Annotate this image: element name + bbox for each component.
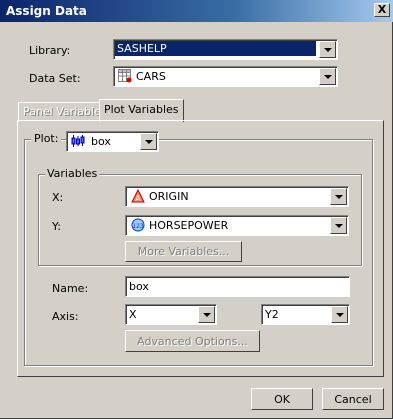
- y-variable-select[interactable]: 123 HORSEPOWER: [125, 215, 349, 236]
- x-variable-value: ORIGIN: [149, 190, 189, 203]
- plot-select[interactable]: box: [66, 131, 159, 152]
- title-bar[interactable]: Assign Data X: [0, 0, 393, 22]
- plot-label: Plot:: [31, 132, 62, 145]
- tab-panel-variables[interactable]: Panel Variables: [18, 102, 112, 122]
- cancel-button[interactable]: Cancel: [322, 388, 384, 410]
- box-plot-icon: [71, 134, 85, 148]
- dataset-table-icon: [118, 69, 132, 83]
- name-value: box: [129, 280, 149, 293]
- chevron-down-icon[interactable]: [319, 41, 336, 58]
- tab-label: Panel Variables: [23, 105, 107, 118]
- ok-button[interactable]: OK: [251, 388, 313, 410]
- y-variable-value: HORSEPOWER: [149, 219, 229, 232]
- chevron-down-icon[interactable]: [330, 217, 347, 234]
- advanced-options-button[interactable]: Advanced Options...: [125, 330, 260, 352]
- character-variable-icon: A: [131, 188, 145, 203]
- plot-value: box: [91, 135, 111, 148]
- chevron-down-icon[interactable]: [198, 306, 215, 323]
- library-label: Library:: [29, 44, 71, 57]
- x-variable-label: X:: [52, 191, 64, 204]
- chevron-down-icon[interactable]: [331, 306, 348, 323]
- ok-label: OK: [274, 393, 290, 406]
- cancel-label: Cancel: [334, 393, 372, 406]
- axis-label: Axis:: [52, 310, 79, 323]
- more-variables-button[interactable]: More Variables...: [125, 241, 242, 262]
- chevron-down-icon[interactable]: [330, 188, 347, 205]
- dataset-label: Data Set:: [29, 72, 81, 85]
- advanced-options-label: Advanced Options...: [137, 335, 248, 348]
- more-variables-label: More Variables...: [137, 245, 230, 258]
- numeric-variable-icon: 123: [131, 218, 145, 232]
- tab-label: Plot Variables: [104, 103, 179, 116]
- axis-x-select[interactable]: X: [125, 304, 217, 325]
- axis-y-select[interactable]: Y2: [261, 304, 350, 325]
- dataset-select[interactable]: CARS: [113, 66, 338, 87]
- chevron-down-icon[interactable]: [140, 133, 157, 150]
- axis-x-value: X: [129, 308, 137, 321]
- tab-plot-variables[interactable]: Plot Variables: [99, 99, 184, 122]
- axis-y-value: Y2: [265, 308, 279, 321]
- variables-legend: Variables: [45, 167, 100, 180]
- library-select[interactable]: SASHELP: [113, 39, 338, 60]
- name-input[interactable]: box: [125, 276, 350, 297]
- chevron-down-icon[interactable]: [319, 68, 336, 85]
- svg-text:123: 123: [132, 223, 144, 230]
- svg-text:A: A: [135, 194, 141, 203]
- name-label: Name:: [52, 282, 89, 295]
- library-value: SASHELP: [115, 41, 316, 56]
- close-button[interactable]: X: [374, 3, 390, 17]
- x-variable-select[interactable]: A ORIGIN: [125, 186, 349, 207]
- y-variable-label: Y:: [52, 220, 61, 233]
- close-icon: X: [377, 3, 387, 16]
- dataset-value: CARS: [136, 70, 166, 83]
- window-title: Assign Data: [6, 4, 87, 18]
- assign-data-dialog: Assign Data X Library: SASHELP Data Set:…: [0, 0, 393, 419]
